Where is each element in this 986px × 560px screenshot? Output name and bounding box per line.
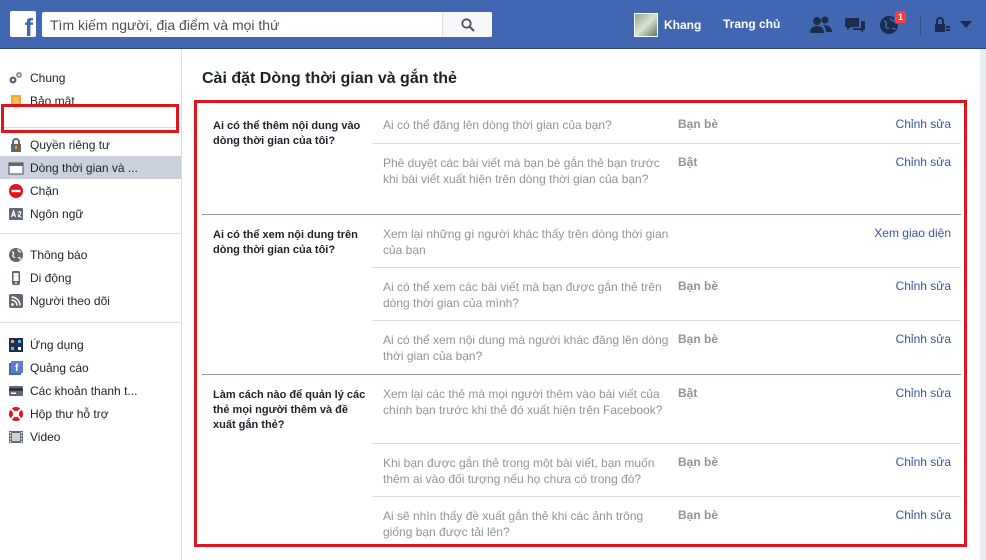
sidebar-item-label: Ứng dụng	[30, 337, 84, 352]
sidebar-item-label: Các khoản thanh t...	[30, 383, 138, 398]
sidebar-item-label: Dòng thời gian và ...	[30, 160, 138, 175]
sidebar-highlight-annotation	[1, 104, 179, 133]
privacy-shortcuts-button[interactable]	[930, 13, 954, 37]
sidebar-item-followers[interactable]: Người theo dõi	[0, 289, 181, 312]
notification-badge: 1	[894, 10, 908, 24]
top-navigation-bar: f Khang Trang chủ 1	[0, 0, 986, 49]
film-icon	[8, 429, 24, 445]
profile-name: Khang	[664, 18, 702, 32]
messages-icon	[845, 18, 865, 33]
sidebar-item-payments[interactable]: Các khoản thanh t...	[0, 379, 181, 402]
page-title: Cài đặt Dòng thời gian và gắn thẻ	[202, 70, 457, 87]
sidebar-item-label: Video	[30, 429, 61, 444]
lifebuoy-icon	[8, 406, 24, 422]
sidebar-item-notifications[interactable]: Thông báo	[0, 243, 181, 266]
sidebar-item-mobile[interactable]: Di động	[0, 266, 181, 289]
content-highlight-annotation	[194, 100, 967, 547]
avatar	[634, 13, 658, 37]
sidebar-item-label: Di động	[30, 270, 72, 285]
lock-icon	[8, 137, 24, 153]
messages-button[interactable]	[843, 13, 867, 37]
block-icon	[8, 183, 24, 199]
sidebar-item-general[interactable]: Chung	[0, 66, 181, 89]
search-button[interactable]	[442, 12, 492, 37]
lock-icon	[935, 17, 950, 32]
nav-divider	[920, 15, 921, 35]
globe-icon	[8, 247, 24, 263]
sidebar-group-apps: Ứng dụng f Quảng cáo Các khoản thanh t..…	[0, 333, 181, 448]
sidebar-item-label: Ngôn ngữ	[30, 206, 84, 221]
sidebar-item-language[interactable]: Ngôn ngữ	[0, 202, 181, 225]
card-icon	[8, 383, 24, 399]
sidebar-group-privacy: Quyền riêng tư Dòng thời gian và ... Chặ…	[0, 133, 181, 225]
facebook-logo-letter: f	[24, 14, 33, 38]
sidebar-item-label: Quảng cáo	[30, 360, 89, 375]
apps-icon	[8, 337, 24, 353]
sidebar-group-notifications: Thông báo Di động Người theo dõi	[0, 243, 181, 312]
language-icon	[8, 206, 24, 222]
sidebar-item-privacy[interactable]: Quyền riêng tư	[0, 133, 181, 156]
sidebar-divider	[0, 233, 181, 234]
rss-icon	[8, 293, 24, 309]
friend-requests-button[interactable]	[809, 13, 833, 37]
sidebar-item-label: Quyền riêng tư	[30, 137, 111, 152]
facebook-logo[interactable]: f	[10, 11, 36, 37]
sidebar-item-ads[interactable]: f Quảng cáo	[0, 356, 181, 379]
sidebar-item-apps[interactable]: Ứng dụng	[0, 333, 181, 356]
sidebar-item-blocking[interactable]: Chặn	[0, 179, 181, 202]
sidebar-item-label: Chặn	[30, 183, 59, 198]
timeline-icon	[8, 160, 24, 176]
account-menu-button[interactable]	[954, 13, 978, 37]
sidebar-item-timeline-tagging[interactable]: Dòng thời gian và ...	[0, 156, 181, 179]
sidebar-item-label: Thông báo	[30, 247, 88, 262]
search-box	[42, 12, 492, 37]
search-input[interactable]	[42, 12, 442, 37]
home-link[interactable]: Trang chủ	[723, 17, 780, 31]
sidebar-item-label: Chung	[30, 70, 66, 85]
sidebar-divider	[0, 322, 181, 323]
profile-link[interactable]: Khang	[634, 13, 701, 37]
sidebar-item-label: Hộp thư hỗ trợ	[30, 406, 109, 421]
chevron-down-icon	[960, 21, 972, 28]
sidebar-item-support-inbox[interactable]: Hộp thư hỗ trợ	[0, 402, 181, 425]
search-icon	[460, 17, 475, 32]
gears-icon	[8, 70, 24, 86]
sidebar-item-video[interactable]: Video	[0, 425, 181, 448]
friends-icon	[810, 16, 832, 33]
ads-icon: f	[8, 360, 24, 376]
sidebar-item-label: Người theo dõi	[30, 293, 110, 308]
mobile-icon	[8, 270, 24, 286]
